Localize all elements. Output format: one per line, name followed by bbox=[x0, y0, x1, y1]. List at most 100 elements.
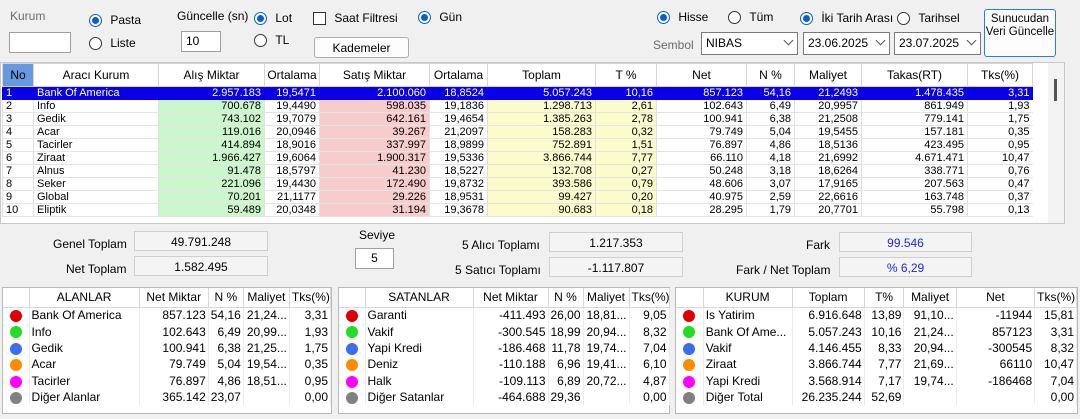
kurum-header-t[interactable]: T% bbox=[864, 288, 905, 308]
sembol-select[interactable]: NIBAS bbox=[701, 32, 798, 55]
table-row[interactable]: 6 Ziraat 1.966.427 19,6064 1.900.317 19,5336 3… bbox=[2, 151, 1033, 165]
alanlar-header-name[interactable]: ALANLAR bbox=[29, 288, 140, 308]
kurum-input[interactable] bbox=[9, 32, 71, 53]
kurum-cell-name: Yapi Kredi bbox=[703, 372, 793, 389]
col-header-kurum[interactable]: Aracı Kurum bbox=[33, 63, 159, 87]
alanlar-header-net[interactable]: Net Miktar bbox=[139, 288, 209, 308]
list-item[interactable]: Bank Of America 857.123 54,16 21,24... 3,31 bbox=[3, 307, 332, 324]
seviye-input[interactable]: 5 bbox=[355, 248, 394, 269]
tum-radio[interactable]: Tüm bbox=[728, 10, 773, 25]
satanlar-header-n[interactable]: N % bbox=[548, 288, 584, 308]
kurum-cell-toplam: 6.916.648 bbox=[792, 307, 865, 324]
list-item[interactable]: Acar 79.749 5,04 19,54... 0,35 bbox=[3, 356, 332, 373]
list-item[interactable]: Diğer Alanlar 365.142 23,07 0,00 bbox=[3, 388, 332, 406]
table-row[interactable]: 4 Acar 119.016 20,0946 39.267 21,2097 158.283 0… bbox=[2, 125, 1033, 139]
list-item[interactable]: Gedik 100.941 6,38 21,25... 1,75 bbox=[3, 339, 332, 357]
alanlar-cell-net: 79.749 bbox=[139, 356, 209, 373]
list-item[interactable]: Halk -109.113 6,89 20,72... 4,87 bbox=[339, 372, 670, 389]
table-row[interactable]: 1 Bank Of America 2.957.183 19,5471 2.100.06… bbox=[2, 86, 1033, 100]
hisse-radio[interactable]: Hisse bbox=[657, 10, 708, 25]
col-header-satis-ortalama[interactable]: Ortalama bbox=[429, 63, 488, 87]
satanlar-header-tks[interactable]: Tks(%) bbox=[629, 288, 670, 308]
color-cell bbox=[3, 307, 30, 324]
cell-takas: 163.748 bbox=[861, 190, 968, 204]
list-item[interactable]: Garanti -411.493 26,00 18,81... 9,05 bbox=[339, 307, 670, 324]
list-item[interactable]: Bank Of Ame... 5.057.243 10,16 21,24... 8571… bbox=[676, 323, 1077, 340]
cell-net: 50.248 bbox=[656, 164, 747, 178]
table-row[interactable]: 8 Seker 221.096 19,4430 172.490 19,8732 393.58… bbox=[2, 177, 1033, 191]
lot-radio[interactable]: Lot bbox=[254, 11, 292, 26]
list-item[interactable]: Info 102.643 6,49 20,99... 1,93 bbox=[3, 323, 332, 340]
kurum-header-net[interactable]: Net bbox=[956, 288, 1036, 308]
scrollbar-thumb[interactable] bbox=[1054, 79, 1057, 101]
table-row[interactable]: 7 Alnus 91.478 18,5797 41.230 18,5227 132.708 0… bbox=[2, 164, 1033, 178]
fark-net-label: Fark / Net Toplam bbox=[736, 263, 831, 277]
col-header-maliyet[interactable]: Maliyet bbox=[794, 63, 862, 87]
col-header-alis-miktar[interactable]: Alış Miktar bbox=[158, 63, 265, 87]
col-header-n-pct[interactable]: N % bbox=[746, 63, 795, 87]
satanlar-header-net[interactable]: Net Miktar bbox=[473, 288, 549, 308]
server-update-button[interactable]: Sunucudan Veri Güncelle bbox=[984, 9, 1056, 57]
col-header-alis-ortalama[interactable]: Ortalama bbox=[264, 63, 320, 87]
cell-satis-ortalama: 21,2097 bbox=[429, 125, 488, 139]
kurum-header-name[interactable]: KURUM bbox=[703, 288, 793, 308]
tl-radio[interactable]: TL bbox=[254, 33, 289, 48]
alanlar-header-maliyet[interactable]: Maliyet bbox=[243, 288, 290, 308]
list-item[interactable]: Deniz -110.188 6,96 19,41... 6,10 bbox=[339, 356, 670, 373]
list-item[interactable]: Diğer Satanlar -464.688 29,36 0,00 bbox=[339, 388, 670, 406]
list-item[interactable]: Ziraat 3.866.744 7,77 21,69... 66110 10,47 bbox=[676, 356, 1077, 373]
grid-scrollbar[interactable] bbox=[1048, 63, 1064, 223]
iki-tarih-radio[interactable]: İki Tarih Arası bbox=[800, 11, 893, 26]
col-header-satis-miktar[interactable]: Satış Miktar bbox=[319, 63, 430, 87]
cell-takas: 157.181 bbox=[861, 125, 968, 139]
radio-icon bbox=[728, 11, 741, 25]
col-header-toplam[interactable]: Toplam bbox=[487, 63, 596, 87]
table-row[interactable]: 10 Eliptik 59.489 20,0348 31.194 19,3678 90.68… bbox=[2, 203, 1033, 217]
satanlar-header-name[interactable]: SATANLAR bbox=[365, 288, 474, 308]
alanlar-header-n[interactable]: N % bbox=[208, 288, 244, 308]
cell-kurum: Alnus bbox=[33, 164, 159, 178]
table-row[interactable]: 9 Global 70.201 21,1177 29.226 18,9531 99.427 0… bbox=[2, 190, 1033, 204]
cell-toplam: 90.683 bbox=[487, 203, 596, 217]
liste-radio[interactable]: Liste bbox=[89, 36, 136, 51]
alanlar-cell-tks: 1,75 bbox=[289, 339, 332, 357]
date-to-select[interactable]: 23.07.2025 bbox=[894, 32, 981, 55]
date-from-select[interactable]: 23.06.2025 bbox=[803, 32, 890, 55]
cell-alis-miktar: 2.957.183 bbox=[158, 86, 265, 100]
col-header-no[interactable]: No bbox=[2, 63, 34, 87]
gun-radio[interactable]: Gün bbox=[418, 10, 462, 25]
saat-filtresi-label: Saat Filtresi bbox=[334, 11, 398, 25]
list-item[interactable]: Is Yatirim 6.916.648 13,89 91,10... -11944 15… bbox=[676, 307, 1077, 324]
kurum-header-tks[interactable]: Tks(%) bbox=[1034, 288, 1077, 308]
list-item[interactable]: Yapi Kredi -186.468 11,78 19,74... 7,04 bbox=[339, 339, 670, 357]
cell-tks: 0,13 bbox=[967, 203, 1033, 217]
pasta-radio[interactable]: Pasta bbox=[89, 13, 141, 28]
table-row[interactable]: 3 Gedik 743.102 19,7079 642.161 19,4654 1.385.… bbox=[2, 112, 1033, 126]
radio-selected-icon bbox=[89, 14, 102, 28]
kademeler-button[interactable]: Kademeler bbox=[314, 37, 409, 58]
kurum-header-toplam[interactable]: Toplam bbox=[792, 288, 865, 308]
col-header-t-pct[interactable]: T % bbox=[595, 63, 657, 87]
list-item[interactable]: Vakif -300.545 18,99 20,94... 8,32 bbox=[339, 323, 670, 340]
table-row[interactable]: 2 Info 700.678 19,4490 598.035 19,1836 1.298.7… bbox=[2, 99, 1033, 113]
cell-satis-ortalama: 18,9531 bbox=[429, 190, 488, 204]
cell-net: 40.975 bbox=[656, 190, 747, 204]
table-row[interactable]: 5 Tacirler 414.894 18,9016 337.997 18,9899 752… bbox=[2, 138, 1033, 152]
guncelle-input[interactable]: 10 bbox=[181, 31, 221, 52]
col-header-takas[interactable]: Takas(RT) bbox=[861, 63, 968, 87]
list-item[interactable]: Vakif 4.146.455 8,33 20,94... -300545 8,32 bbox=[676, 339, 1077, 357]
kurum-header-maliyet[interactable]: Maliyet bbox=[903, 288, 957, 308]
list-item[interactable]: Yapi Kredi 3.568.914 7,17 19,74... -186468 7,… bbox=[676, 372, 1077, 389]
chevron-down-icon bbox=[875, 35, 886, 46]
list-item[interactable]: Diğer Total 26.235.244 52,69 0,00 bbox=[676, 388, 1077, 406]
col-header-net[interactable]: Net bbox=[656, 63, 747, 87]
list-item[interactable]: Tacirler 76.897 4,86 18,51... 0,95 bbox=[3, 372, 332, 389]
saat-filtresi-checkbox[interactable]: Saat Filtresi bbox=[313, 11, 398, 26]
satanlar-cell-net: -186.468 bbox=[473, 339, 549, 357]
alanlar-cell-net: 100.941 bbox=[139, 339, 209, 357]
col-header-tks[interactable]: Tks(%) bbox=[967, 63, 1033, 87]
tarihsel-radio[interactable]: Tarihsel bbox=[897, 11, 960, 26]
satici-toplami-label: 5 Satıcı Toplamı bbox=[455, 263, 541, 277]
satanlar-header-maliyet[interactable]: Maliyet bbox=[583, 288, 630, 308]
alanlar-header-tks[interactable]: Tks(%) bbox=[289, 288, 332, 308]
